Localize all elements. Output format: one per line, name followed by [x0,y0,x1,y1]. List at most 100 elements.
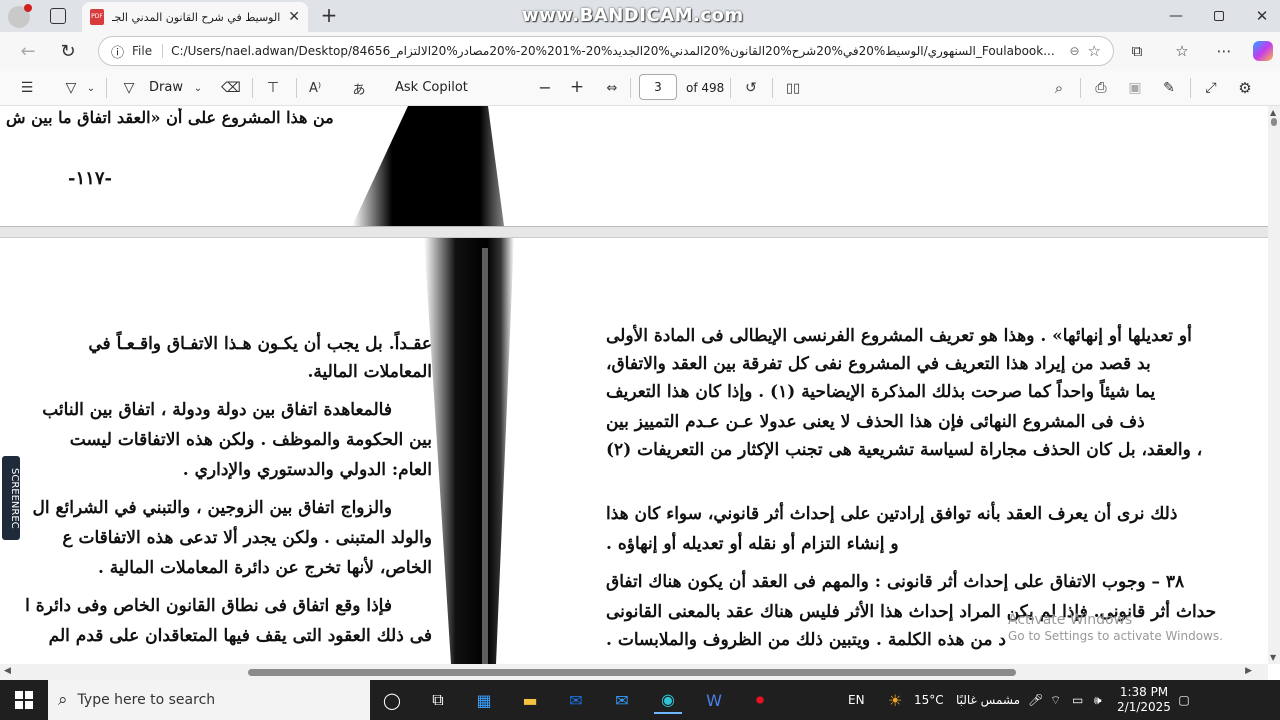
page-number-label: -١١٧- [68,168,112,189]
right-line: بد قصد من إيراد هذا التعريف في المشروع ن… [606,354,1151,374]
clock[interactable]: 1:38 PM 2/1/2025 [1116,685,1172,715]
zoom-out-button[interactable]: − [536,78,554,97]
current-page: عقـداً. بل يجب أن يكـون هـذا الاتفـاق وا… [0,238,1268,664]
draw-dropdown-icon[interactable]: ⌄ [192,79,204,97]
left-line: الخاص، لأنها تخرج عن دائرة المعاملات الم… [97,558,432,578]
extensions-icon[interactable]: ⧉ [1127,41,1147,61]
new-tab-button[interactable]: + [318,3,340,27]
bandicam-record-icon[interactable]: ⏺ [746,686,774,714]
bandicam-watermark: www.BANDICAM.com [522,5,744,26]
profile-icon[interactable] [8,4,32,28]
language-indicator[interactable]: EN [848,693,888,707]
left-line: فى ذلك العقود التى يقف فيها المتعاقدان ع… [48,626,432,646]
back-button[interactable]: ← [18,41,38,62]
translate-icon[interactable]: あ [350,79,368,98]
microsoft-store-icon[interactable]: ▦ [470,686,498,714]
refresh-button[interactable]: ↻ [58,41,78,62]
left-line: فالمعاهدة اتفاق بين دولة ودولة ، اتفاق ب… [42,400,392,420]
cortana-icon[interactable]: ◯ [378,686,406,714]
zoom-in-button[interactable]: + [568,77,586,97]
eraser-icon[interactable]: ⌫ [221,79,241,97]
scroll-right-arrow-icon[interactable]: ▶ [1245,666,1252,676]
weather-description[interactable]: مشمس غالبًا [948,693,1028,707]
pdf-icon: PDF [90,9,104,25]
windows-start-icon[interactable] [10,686,38,714]
search-placeholder: Type here to search [77,692,216,708]
active-tab[interactable]: PDF الوسيط في شرح القانون المدني الجـ ✕ [82,2,308,32]
screenrec-widget[interactable]: SCREENREC [2,456,20,540]
highlight-dropdown-icon[interactable]: ⌄ [85,79,97,97]
fit-width-icon[interactable]: ⇔ [603,79,621,97]
left-line: المعاملات المالية. [307,362,432,382]
display-icon[interactable]: ▭ [1072,693,1094,707]
right-line: ذلك نرى أن يعرف العقد بأنه توافق إرادتين… [606,504,1178,524]
draw-button[interactable]: Draw [149,80,183,95]
notifications-icon[interactable]: ▢ [1172,693,1196,707]
search-icon[interactable]: ⌕ [1050,79,1068,97]
taskbar-search-box[interactable]: ⌕ Type here to search [48,680,370,720]
pdf-viewer[interactable]: من هذا المشروع على أن «العقد اتفاق ما بي… [0,106,1268,664]
vertical-scrollbar[interactable]: ▲ ▼ [1268,106,1280,664]
url-field[interactable]: ⓘ File C:/Users/nael.adwan/Desktop/84656… [98,36,1114,66]
system-tray: EN ☀ 15°C مشمس غالبًا 🎤︎ ⌔ ▭ 🕪︎ 1:38 PM … [848,680,1196,720]
volume-icon[interactable]: 🕪︎ [1094,693,1116,708]
contents-icon[interactable]: ☰ [18,79,36,97]
save-as-icon[interactable]: ✎ [1160,79,1178,97]
address-bar: ← ↻ ⓘ File C:/Users/nael.adwan/Desktop/8… [0,32,1280,70]
draw-icon[interactable]: ▽ [120,79,138,97]
right-line: د من هذه الكلمة . ويتبين ذلك من الظروف و… [606,630,1006,650]
right-line: ذف فى المشروع النهائى فإن هذا الحذف لا ي… [606,412,1145,432]
page-view-icon[interactable]: ▯▯ [784,79,802,97]
more-menu-icon[interactable]: ⋯ [1214,41,1234,61]
print-icon[interactable]: ⎙ [1092,79,1110,97]
activate-windows-title: Activate Windows [1008,612,1133,628]
zoom-icon[interactable]: ⊖ [1069,44,1079,58]
highlight-icon[interactable]: ▽ [62,79,80,97]
binding-highlight [482,248,488,664]
microphone-icon[interactable]: 🎤︎ [1028,693,1050,707]
settings-gear-icon[interactable]: ⚙ [1236,79,1254,97]
title-bar: PDF الوسيط في شرح القانون المدني الجـ ✕ … [0,0,1280,32]
outlook-icon[interactable]: ✉ [562,686,590,714]
horizontal-scrollbar[interactable]: ◀ ▶ [0,664,1268,680]
close-tab-icon[interactable]: ✕ [288,9,300,25]
maximize-button[interactable] [1207,6,1231,26]
weather-temperature[interactable]: 15°C [914,693,948,707]
right-line: ، والعقد، بل كان الحذف مجاراة لسياسة تشر… [606,440,1203,460]
mail-icon[interactable]: ✉ [608,686,636,714]
horizontal-scroll-thumb[interactable] [248,669,1016,676]
read-aloud-icon[interactable]: A⁾ [306,79,324,97]
fullscreen-icon[interactable]: ⤢ [1202,79,1220,97]
network-icon[interactable]: ⌔ [1050,693,1072,708]
tab-actions-icon[interactable] [50,8,66,24]
rotate-icon[interactable]: ↺ [742,79,760,97]
ask-copilot-button[interactable]: Ask Copilot [395,80,468,95]
text-box-icon[interactable]: ⊤ [264,79,282,97]
minimize-button[interactable]: — [1164,6,1188,26]
favorite-star-icon[interactable]: ☆ [1088,42,1101,60]
favorites-icon[interactable]: ☆ [1172,41,1192,61]
clock-date: 2/1/2025 [1117,700,1171,714]
save-icon[interactable]: ▣ [1126,79,1144,97]
scroll-left-arrow-icon[interactable]: ◀ [4,666,11,676]
previous-page: من هذا المشروع على أن «العقد اتفاق ما بي… [0,106,1268,226]
edge-icon[interactable]: ◉ [654,686,682,714]
file-explorer-icon[interactable]: ▬ [516,686,544,714]
clock-time: 1:38 PM [1119,685,1169,699]
vertical-scroll-thumb[interactable] [1271,118,1277,126]
pdf-toolbar: ☰ ▽ ⌄ ▽ Draw ⌄ ⌫ ⊤ A⁾ あ Ask Copilot − + … [0,70,1280,106]
left-line: والزواج اتفاق بين الزوجين ، والتبني في ا… [32,498,392,518]
scroll-up-arrow-icon[interactable]: ▲ [1270,108,1276,117]
info-icon[interactable]: ⓘ [111,42,124,61]
copilot-icon[interactable] [1253,41,1273,61]
winword-icon[interactable]: W [700,686,728,714]
close-window-button[interactable]: ✕ [1250,6,1274,26]
url-text[interactable]: C:/Users/nael.adwan/Desktop/84656_السنهو… [171,44,1061,58]
left-line: بين الحكومة والموظف . ولكن هذه الاتفاقات… [69,430,432,450]
scroll-down-arrow-icon[interactable]: ▼ [1270,653,1276,662]
page-total: of 498 [686,81,725,95]
task-view-icon[interactable]: ⧉ [424,686,452,714]
activate-windows-notice: Activate Windows Go to Settings to activ… [1008,612,1223,644]
page-number-input[interactable]: 3 [639,74,677,100]
weather-icon[interactable]: ☀ [888,691,914,710]
